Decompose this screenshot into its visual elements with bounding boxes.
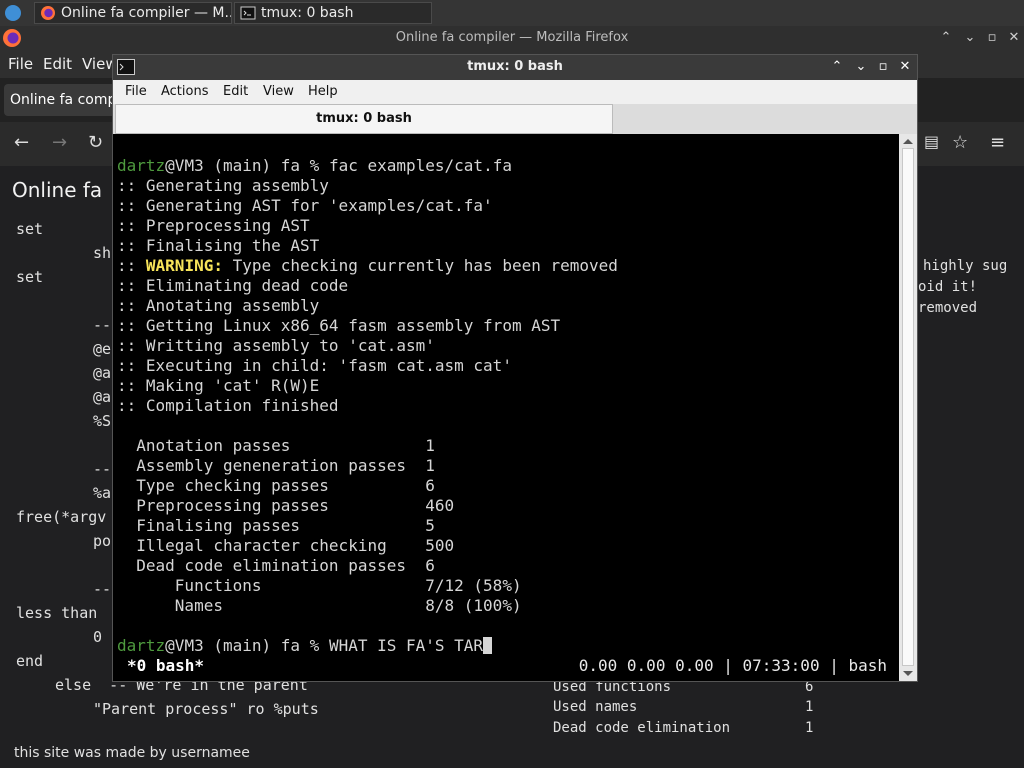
restore-icon[interactable]: ▫ <box>875 59 891 75</box>
terminal-blank-line <box>117 616 618 636</box>
menu-help[interactable]: Help <box>308 84 338 99</box>
page-title: Online fa <box>12 178 103 202</box>
terminal-line: :: Eliminating dead code <box>117 276 349 295</box>
terminal-line: :: Getting Linux x86_64 fasm assembly fr… <box>117 316 561 335</box>
stat-label: Used names <box>553 699 638 715</box>
code-line: @a <box>93 388 112 406</box>
terminal-scrollbar[interactable] <box>899 134 917 681</box>
maximize-icon[interactable]: ⌄ <box>853 59 869 75</box>
close-icon[interactable]: ✕ <box>1006 30 1022 46</box>
scroll-up-icon[interactable] <box>903 139 913 144</box>
scroll-down-icon[interactable] <box>903 671 913 676</box>
terminal-line: :: Writting assembly to 'cat.asm' <box>117 336 435 355</box>
firefox-window-title: Online fa compiler — Mozilla Firefox <box>395 30 629 45</box>
terminal-window-title: tmux: 0 bash <box>467 59 563 74</box>
terminal-line: :: Preprocessing AST <box>117 216 310 235</box>
tab-tmux-bash[interactable]: tmux: 0 bash <box>115 104 613 134</box>
code-line: less than <box>16 604 98 622</box>
firefox-titlebar: Online fa compiler — Mozilla Firefox ⌃ ⌄… <box>0 26 1024 50</box>
taskbar: Online fa compiler — M... tmux: 0 bash <box>0 0 1024 27</box>
terminal-warning-line: :: WARNING: Type checking currently has … <box>117 256 618 275</box>
tab-online-fa-compiler[interactable]: Online fa compiler <box>4 84 124 116</box>
tmux-window-label[interactable]: *0 bash* <box>127 656 204 676</box>
firefox-icon <box>40 5 56 21</box>
terminal-icon <box>240 5 256 21</box>
menu-view[interactable]: View <box>263 84 294 99</box>
terminal-line: :: Finalising the AST <box>117 236 320 255</box>
code-line: %a <box>93 484 112 502</box>
text-cursor <box>483 637 493 654</box>
code-line: sh <box>93 244 112 262</box>
code-line: %S <box>93 412 112 430</box>
menu-edit[interactable]: Edit <box>223 84 248 99</box>
stat-label: Dead code elimination <box>553 720 731 736</box>
terminal-input-line[interactable]: dartz@VM3 (main) fa % WHAT IS FA'S TAR <box>117 636 618 656</box>
stat-line: Functions 7/12 (58%) <box>117 576 522 595</box>
taskbar-item-firefox[interactable]: Online fa compiler — M... <box>34 2 232 24</box>
stat-line: Type checking passes 6 <box>117 476 435 495</box>
restore-icon[interactable]: ▫ <box>984 30 1000 46</box>
code-line: free(*argv <box>16 508 107 526</box>
page-text: highly sug <box>923 258 1008 274</box>
maximize-icon[interactable]: ⌄ <box>962 30 978 46</box>
reload-icon[interactable]: ↻ <box>88 132 103 153</box>
terminal-window: tmux: 0 bash ⌃ ⌄ ▫ ✕ File Actions Edit V… <box>112 54 918 682</box>
scrollbar-thumb[interactable] <box>902 148 914 666</box>
stat-line: Dead code elimination passes 6 <box>117 556 435 575</box>
terminal-lines: dartz@VM3 (main) fa % fac examples/cat.f… <box>117 156 618 656</box>
terminal-line: :: Compilation finished <box>117 396 339 415</box>
page-footer: this site was made by usernamee <box>14 745 250 761</box>
code-line: @e <box>93 340 112 358</box>
taskbar-item-terminal[interactable]: tmux: 0 bash <box>234 2 432 24</box>
code-line: -- <box>93 460 112 478</box>
taskbar-item-label: tmux: 0 bash <box>261 5 354 21</box>
terminal-titlebar: tmux: 0 bash ⌃ ⌄ ▫ ✕ <box>113 55 917 80</box>
stat-line: Finalising passes 5 <box>117 516 435 535</box>
minimize-icon[interactable]: ⌃ <box>829 59 845 75</box>
page-text: oid it! <box>918 279 978 295</box>
code-line: set <box>16 268 44 286</box>
taskbar-item-label: Online fa compiler — M... <box>61 5 232 21</box>
code-line: po <box>93 532 112 550</box>
reader-view-icon[interactable]: ▤ <box>924 132 939 151</box>
minimize-icon[interactable]: ⌃ <box>938 30 954 46</box>
tmux-status-right: 0.00 0.00 0.00 | 07:33:00 | bash <box>578 656 887 675</box>
close-icon[interactable]: ✕ <box>897 59 913 75</box>
terminal-line: :: Making 'cat' R(W)E <box>117 376 320 395</box>
terminal-line: :: Generating assembly <box>117 176 329 195</box>
code-line: set <box>16 220 44 238</box>
back-icon[interactable]: ← <box>14 132 29 153</box>
terminal-tabbar: tmux: 0 bash <box>113 104 917 134</box>
tmux-status-bar: *0 bash* 0.00 0.00 0.00 | 07:33:00 | bas… <box>117 656 895 676</box>
terminal-line: :: Executing in child: 'fasm cat.asm cat… <box>117 356 512 375</box>
stat-line: Anotation passes 1 <box>117 436 435 455</box>
forward-icon[interactable]: → <box>52 132 67 153</box>
stat-line: Illegal character checking 500 <box>117 536 455 555</box>
code-line: 0 <box>93 628 103 646</box>
terminal-menubar: File Actions Edit View Help <box>113 80 917 104</box>
terminal-line: :: Generating AST for 'examples/cat.fa' <box>117 196 493 215</box>
code-line: -- <box>93 580 112 598</box>
code-line: @a <box>93 364 112 382</box>
menu-hamburger-icon[interactable]: ≡ <box>990 132 1005 153</box>
terminal-line: dartz@VM3 (main) fa % fac examples/cat.f… <box>117 156 512 175</box>
terminal-line: :: Anotating assembly <box>117 296 320 315</box>
menu-edit[interactable]: Edit <box>43 55 72 73</box>
terminal-output[interactable]: dartz@VM3 (main) fa % fac examples/cat.f… <box>113 134 899 681</box>
menu-file[interactable]: File <box>8 55 33 73</box>
stat-line: Preprocessing passes 460 <box>117 496 455 515</box>
app-launcher-icon[interactable] <box>5 5 21 21</box>
code-line: end <box>16 652 44 670</box>
stat-value: 1 <box>805 720 814 736</box>
menu-actions[interactable]: Actions <box>161 84 209 99</box>
stat-line: Assembly geneneration passes 1 <box>117 456 435 475</box>
menu-file[interactable]: File <box>125 84 147 99</box>
bookmark-star-icon[interactable]: ☆ <box>952 132 968 153</box>
terminal-blank-line <box>117 416 618 436</box>
stat-value: 1 <box>805 699 814 715</box>
stat-line: Names 8/8 (100%) <box>117 596 522 615</box>
code-line: -- <box>93 316 112 334</box>
page-text: removed <box>918 300 978 316</box>
